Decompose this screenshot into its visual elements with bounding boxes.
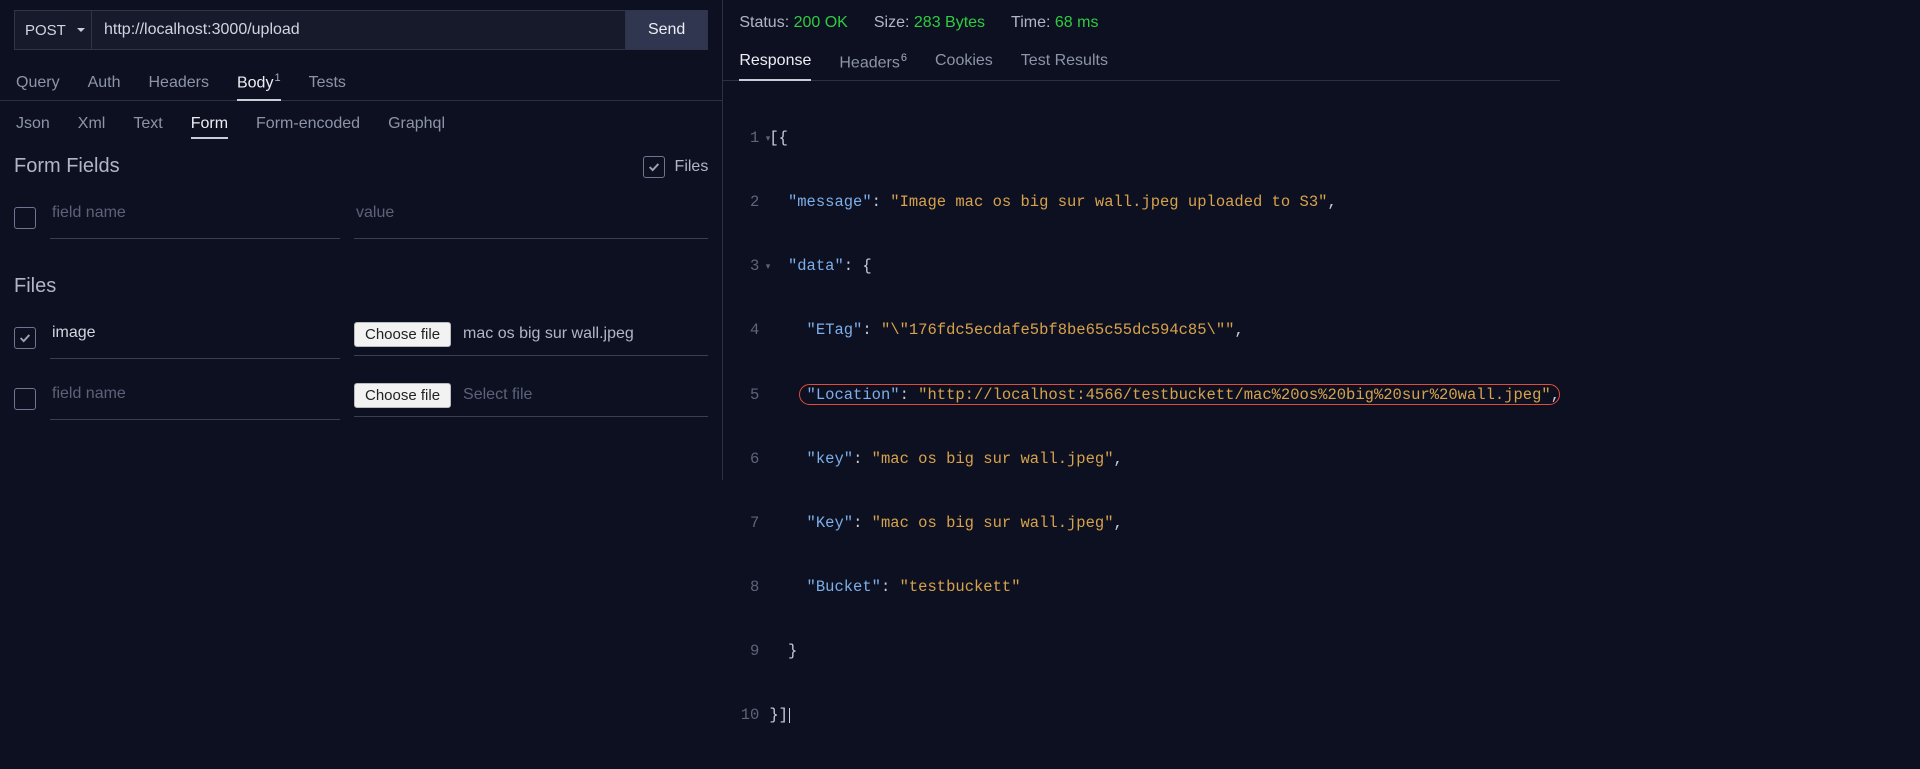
file-name-input[interactable] (50, 318, 340, 350)
response-tabs: Response Headers6 Cookies Test Results (723, 44, 1560, 81)
time-value: 68 ms (1055, 14, 1099, 31)
choose-file-button[interactable]: Choose file (354, 322, 451, 347)
file-row: Choose file mac os big sur wall.jpeg (14, 316, 708, 359)
body-type-tabs: Json Xml Text Form Form-encoded Graphql (14, 113, 708, 147)
body-type-graphql[interactable]: Graphql (388, 115, 445, 139)
files-toggle[interactable]: Files (643, 156, 709, 178)
chosen-file-label: mac os big sur wall.jpeg (463, 325, 634, 343)
file-row-checkbox[interactable] (14, 327, 36, 349)
body-type-xml[interactable]: Xml (78, 115, 106, 139)
tab-auth[interactable]: Auth (88, 66, 121, 100)
tab-tests[interactable]: Tests (309, 66, 346, 100)
size-label: Size: (874, 14, 910, 31)
tab-query[interactable]: Query (16, 66, 60, 100)
select-file-placeholder: Select file (463, 386, 532, 404)
form-fields-heading: Form Fields (14, 155, 120, 178)
file-row-empty-checkbox[interactable] (14, 388, 36, 410)
tab-response-headers-count: 6 (901, 52, 907, 64)
time-label: Time: (1011, 14, 1050, 31)
tab-response-headers-label: Headers (839, 54, 899, 71)
url-input[interactable] (92, 10, 626, 50)
files-heading: Files (14, 275, 708, 298)
form-field-value-input[interactable] (354, 198, 708, 230)
response-body[interactable]: 1▾[{ 2 "message": "Image mac os big sur … (739, 81, 1560, 769)
tab-body[interactable]: Body1 (237, 64, 281, 100)
body-type-text[interactable]: Text (133, 115, 162, 139)
url-bar: POST Send (14, 10, 708, 50)
file-name-input-empty[interactable] (50, 379, 340, 411)
tab-response-headers[interactable]: Headers6 (839, 44, 907, 80)
size-value: 283 Bytes (914, 14, 985, 31)
file-row-empty: Choose file Select file (14, 377, 708, 420)
body-type-form-encoded[interactable]: Form-encoded (256, 115, 360, 139)
tab-headers[interactable]: Headers (149, 66, 209, 100)
files-toggle-checkbox[interactable] (643, 156, 665, 178)
tab-response[interactable]: Response (739, 44, 811, 80)
files-toggle-label: Files (675, 158, 709, 176)
form-field-row (14, 196, 708, 239)
send-button[interactable]: Send (626, 10, 708, 50)
form-field-name-input[interactable] (50, 198, 340, 230)
status-value: 200 OK (794, 14, 848, 31)
body-type-json[interactable]: Json (16, 115, 50, 139)
request-tabs: Query Auth Headers Body1 Tests (0, 64, 722, 101)
method-select[interactable]: POST (14, 10, 92, 50)
text-cursor (789, 708, 790, 723)
body-type-form[interactable]: Form (191, 115, 228, 139)
tab-body-count: 1 (274, 72, 280, 84)
request-pane: POST Send Query Auth Headers Body1 Tests… (0, 0, 723, 480)
tab-cookies[interactable]: Cookies (935, 44, 993, 80)
status-label: Status: (739, 14, 789, 31)
response-pane: Status: 200 OK Size: 283 Bytes Time: 68 … (723, 0, 1560, 480)
status-row: Status: 200 OK Size: 283 Bytes Time: 68 … (739, 10, 1560, 44)
form-field-checkbox[interactable] (14, 207, 36, 229)
choose-file-button-empty[interactable]: Choose file (354, 383, 451, 408)
tab-body-label: Body (237, 74, 273, 91)
tab-test-results[interactable]: Test Results (1021, 44, 1108, 80)
